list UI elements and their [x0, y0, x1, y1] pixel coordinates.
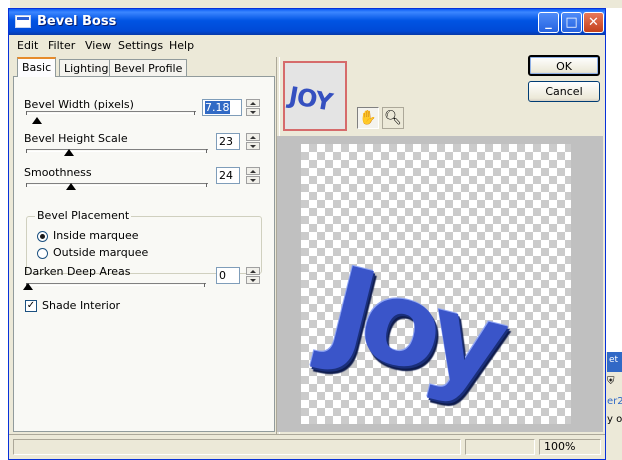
- ok-button[interactable]: OK: [528, 55, 600, 76]
- shade-interior-checkbox[interactable]: ✓: [25, 300, 37, 312]
- bevel-width-input[interactable]: 7.18: [202, 99, 242, 116]
- bevel-width-slider-track[interactable]: [26, 111, 196, 114]
- outside-marquee-label[interactable]: Outside marquee: [53, 246, 148, 259]
- inside-marquee-radio[interactable]: [37, 231, 48, 242]
- menu-settings[interactable]: Settings: [118, 39, 163, 52]
- window-title: Bevel Boss: [37, 14, 117, 29]
- slider-tick: [26, 183, 27, 187]
- bevel-height-spinner[interactable]: [246, 133, 260, 150]
- title-bar[interactable]: Bevel Boss _ □ ✕: [9, 9, 605, 35]
- maximize-button[interactable]: □: [561, 12, 582, 33]
- inside-marquee-label[interactable]: Inside marquee: [53, 229, 139, 242]
- settings-tabs: Basic Lighting Bevel Profile Bevel Width…: [13, 57, 275, 432]
- spin-down-icon[interactable]: [246, 142, 260, 150]
- menu-help[interactable]: Help: [169, 39, 194, 52]
- menu-edit[interactable]: Edit: [17, 39, 38, 52]
- darken-input[interactable]: 0: [216, 267, 240, 284]
- tab-bevel-profile[interactable]: Bevel Profile: [109, 59, 188, 76]
- preview-area[interactable]: Joy: [277, 136, 603, 432]
- desktop-background-top: [0, 0, 622, 8]
- background-fragment-text: er2: [607, 396, 622, 407]
- menu-filter[interactable]: Filter: [48, 39, 75, 52]
- darken-spinner[interactable]: [246, 267, 260, 284]
- hand-icon[interactable]: ✋: [357, 107, 379, 129]
- status-pane-blank: [465, 439, 535, 455]
- darken-deep-areas-label: Darken Deep Areas: [24, 265, 131, 278]
- status-pane-main: [13, 439, 461, 455]
- smoothness-spinner[interactable]: [246, 167, 260, 184]
- bevel-boss-dialog: Bevel Boss _ □ ✕ Edit Filter View Settin…: [8, 8, 606, 460]
- bevel-height-label: Bevel Height Scale: [24, 132, 128, 145]
- navigation-thumbnail[interactable]: JOY: [283, 61, 347, 131]
- tab-basic[interactable]: Basic: [17, 57, 57, 77]
- slider-tick: [204, 283, 205, 287]
- bevel-width-label: Bevel Width (pixels): [24, 98, 134, 111]
- spin-down-icon[interactable]: [246, 108, 260, 116]
- minimize-button[interactable]: _: [538, 12, 559, 33]
- slider-tick: [206, 149, 207, 153]
- bevel-width-value: 7.18: [205, 101, 230, 114]
- magnifier-icon[interactable]: 🔍︎: [382, 107, 404, 129]
- smoothness-slider-thumb[interactable]: [66, 183, 76, 190]
- status-bar: 100%: [9, 434, 605, 460]
- tab-lighting[interactable]: Lighting: [59, 59, 114, 76]
- darken-slider-thumb[interactable]: [23, 283, 33, 290]
- smoothness-label: Smoothness: [24, 166, 92, 179]
- zoom-level: 100%: [539, 439, 601, 455]
- slider-tick: [26, 149, 27, 153]
- spin-up-icon[interactable]: [246, 133, 260, 141]
- background-shield-icon: ⛨: [607, 376, 615, 387]
- bevel-height-slider-track[interactable]: [26, 149, 208, 152]
- bevel-placement-title: Bevel Placement: [35, 209, 132, 222]
- basic-tab-panel: Bevel Width (pixels) 7.18 Bevel Height S…: [13, 76, 275, 432]
- cancel-button[interactable]: Cancel: [528, 81, 600, 102]
- bevel-width-spinner[interactable]: [246, 99, 260, 116]
- menu-bar: Edit Filter View Settings Help: [9, 35, 605, 55]
- slider-tick: [26, 111, 27, 115]
- background-fragment-text: y o: [607, 414, 622, 425]
- slider-tick: [194, 111, 195, 115]
- smoothness-slider-track[interactable]: [26, 183, 208, 186]
- bevel-height-input[interactable]: 23: [216, 133, 240, 150]
- spin-up-icon[interactable]: [246, 99, 260, 107]
- spin-down-icon[interactable]: [246, 176, 260, 184]
- outside-marquee-radio[interactable]: [37, 248, 48, 259]
- background-blue-tab: et: [607, 352, 622, 372]
- spin-down-icon[interactable]: [246, 276, 260, 284]
- shade-interior-label[interactable]: Shade Interior: [42, 299, 120, 312]
- thumbnail-text: JOY: [286, 81, 334, 117]
- app-icon: [15, 15, 31, 28]
- slider-tick: [206, 183, 207, 187]
- spin-up-icon[interactable]: [246, 167, 260, 175]
- spin-up-icon[interactable]: [246, 267, 260, 275]
- menu-view[interactable]: View: [85, 39, 111, 52]
- smoothness-input[interactable]: 24: [216, 167, 240, 184]
- bevel-width-slider-thumb[interactable]: [32, 117, 42, 124]
- darken-slider-track[interactable]: [26, 283, 206, 286]
- bevel-height-slider-thumb[interactable]: [64, 149, 74, 156]
- close-button[interactable]: ✕: [583, 12, 604, 33]
- background-fragment-text: et: [609, 355, 619, 365]
